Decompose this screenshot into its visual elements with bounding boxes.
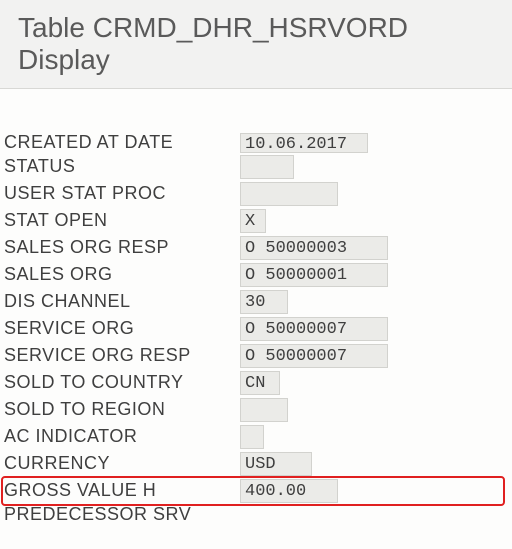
field-value[interactable] bbox=[240, 182, 338, 206]
field-value[interactable]: X bbox=[240, 209, 266, 233]
field-row-ac-indicator: AC INDICATOR bbox=[0, 423, 512, 450]
field-label: DIS CHANNEL bbox=[4, 291, 240, 312]
field-label: CREATED AT DATE bbox=[4, 131, 240, 153]
field-list: CREATED AT DATE 10.06.2017 STATUS USER S… bbox=[0, 131, 512, 522]
field-value[interactable] bbox=[240, 425, 264, 449]
field-label: SERVICE ORG bbox=[4, 318, 240, 339]
field-row-service-org-resp: SERVICE ORG RESP O 50000007 bbox=[0, 342, 512, 369]
field-value[interactable]: O 50000007 bbox=[240, 317, 388, 341]
field-value[interactable]: 400.00 bbox=[240, 479, 338, 503]
field-row-created-at-date: CREATED AT DATE 10.06.2017 bbox=[0, 131, 512, 153]
field-value[interactable] bbox=[240, 155, 294, 179]
field-row-dis-channel: DIS CHANNEL 30 bbox=[0, 288, 512, 315]
field-row-gross-value-h: GROSS VALUE H 400.00 bbox=[0, 477, 512, 504]
field-row-sold-to-country: SOLD TO COUNTRY CN bbox=[0, 369, 512, 396]
field-value[interactable]: O 50000001 bbox=[240, 263, 388, 287]
field-label: STAT OPEN bbox=[4, 210, 240, 231]
field-row-status: STATUS bbox=[0, 153, 512, 180]
field-value[interactable]: 10.06.2017 bbox=[240, 133, 368, 153]
field-label: SALES ORG bbox=[4, 264, 240, 285]
field-value[interactable]: USD bbox=[240, 452, 312, 476]
field-label: GROSS VALUE H bbox=[4, 480, 240, 501]
field-row-sales-org-resp: SALES ORG RESP O 50000003 bbox=[0, 234, 512, 261]
field-row-sold-to-region: SOLD TO REGION bbox=[0, 396, 512, 423]
field-label: SOLD TO REGION bbox=[4, 399, 240, 420]
field-value[interactable]: CN bbox=[240, 371, 280, 395]
field-row-user-stat-proc: USER STAT PROC bbox=[0, 180, 512, 207]
field-label: SALES ORG RESP bbox=[4, 237, 240, 258]
field-value[interactable]: O 50000003 bbox=[240, 236, 388, 260]
title-bar: Table CRMD_DHR_HSRVORD Display bbox=[0, 0, 512, 89]
field-row-currency: CURRENCY USD bbox=[0, 450, 512, 477]
page-title: Table CRMD_DHR_HSRVORD Display bbox=[18, 12, 494, 76]
field-row-service-org: SERVICE ORG O 50000007 bbox=[0, 315, 512, 342]
field-label: SOLD TO COUNTRY bbox=[4, 372, 240, 393]
field-row-predecessor-srv: PREDECESSOR SRV bbox=[0, 504, 512, 522]
field-label: SERVICE ORG RESP bbox=[4, 345, 240, 366]
field-value[interactable]: 30 bbox=[240, 290, 288, 314]
field-label: STATUS bbox=[4, 156, 240, 177]
field-row-stat-open: STAT OPEN X bbox=[0, 207, 512, 234]
field-row-sales-org: SALES ORG O 50000001 bbox=[0, 261, 512, 288]
field-label: USER STAT PROC bbox=[4, 183, 240, 204]
field-label: PREDECESSOR SRV bbox=[4, 504, 240, 522]
field-value[interactable]: O 50000007 bbox=[240, 344, 388, 368]
field-value[interactable] bbox=[240, 398, 288, 422]
field-label: AC INDICATOR bbox=[4, 426, 240, 447]
field-label: CURRENCY bbox=[4, 453, 240, 474]
